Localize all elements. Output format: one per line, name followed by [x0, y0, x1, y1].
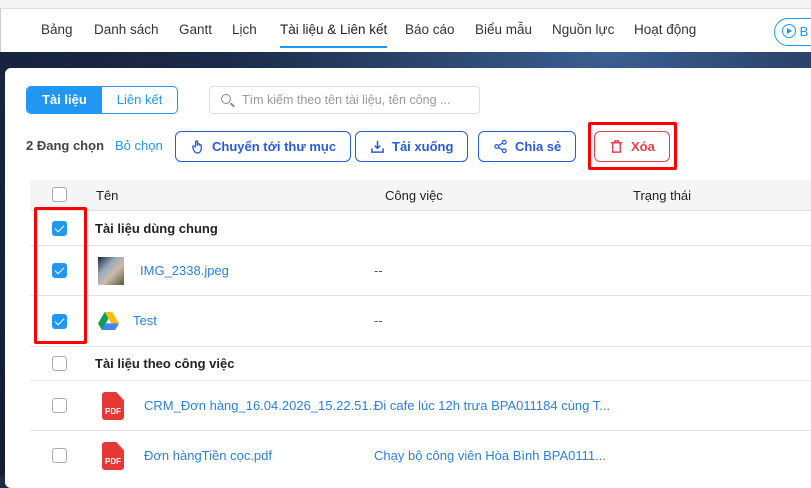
- download-button[interactable]: Tải xuống: [355, 131, 469, 162]
- share-icon: [494, 139, 507, 154]
- play-button[interactable]: B: [774, 18, 811, 46]
- group-name: Tài liệu dùng chung: [95, 221, 218, 236]
- row-checkbox[interactable]: [52, 398, 67, 413]
- google-drive-icon: [98, 312, 119, 331]
- selected-count: 2 Đang chọn: [26, 138, 105, 153]
- file-name-link[interactable]: CRM_Đơn hàng_16.04.2026_15.22.51...: [144, 398, 379, 413]
- tab-reports[interactable]: Báo cáo: [405, 22, 455, 37]
- tab-list[interactable]: Danh sách: [94, 22, 159, 37]
- tab-activity[interactable]: Hoạt động: [634, 22, 696, 37]
- table-row: PDF CRM_Đơn hàng_16.04.2026_15.22.51... …: [30, 381, 811, 431]
- task-link[interactable]: Chạy bộ công viên Hòa Bình BPA0111...: [374, 448, 606, 463]
- deselect-link[interactable]: Bỏ chọn: [115, 138, 163, 153]
- header-task: Công việc: [385, 188, 443, 203]
- pdf-icon: PDF: [102, 392, 124, 420]
- table-row: PDF Đơn hàngTiền cọc.pdf Chạy bộ công vi…: [30, 431, 811, 481]
- tab-forms[interactable]: Biểu mẫu: [475, 22, 532, 37]
- header-status: Trạng thái: [633, 188, 692, 203]
- play-icon: [782, 24, 796, 38]
- task-link[interactable]: Đi cafe lúc 12h trưa BPA011184 cùng T...: [374, 398, 610, 413]
- pdf-icon: PDF: [102, 442, 124, 470]
- file-name-link[interactable]: Test: [133, 313, 157, 328]
- toggle-links[interactable]: Liên kết: [102, 87, 178, 113]
- task-cell: --: [374, 263, 383, 278]
- group-checkbox[interactable]: [52, 356, 67, 371]
- tab-gantt[interactable]: Gantt: [179, 22, 212, 37]
- tab-resources[interactable]: Nguồn lực: [552, 22, 614, 37]
- table-row: IMG_2338.jpeg --: [30, 246, 811, 296]
- checkbox-highlight-box: [34, 207, 87, 344]
- image-thumbnail: [98, 257, 124, 285]
- tab-calendar[interactable]: Lịch: [232, 22, 257, 37]
- move-to-folder-button[interactable]: Chuyển tới thư mục: [175, 131, 352, 162]
- tab-board[interactable]: Bảng: [41, 22, 73, 37]
- download-icon: [371, 140, 384, 153]
- share-label: Chia sẻ: [515, 139, 562, 154]
- search-input[interactable]: Tìm kiếm theo tên tài liệu, tên công ...: [209, 86, 480, 114]
- delete-highlight-box: [588, 122, 677, 170]
- group-name: Tài liệu theo công việc: [95, 356, 235, 371]
- hand-pointer-icon: [192, 140, 202, 154]
- header-name: Tên: [96, 188, 119, 203]
- toggle-documents[interactable]: Tài liệu: [27, 87, 102, 113]
- view-tabs-bar: Bảng Danh sách Gantt Lịch Tài liệu & Liê…: [0, 9, 811, 52]
- download-label: Tải xuống: [392, 139, 454, 154]
- file-name-link[interactable]: Đơn hàngTiền cọc.pdf: [144, 448, 272, 463]
- move-label: Chuyển tới thư mục: [212, 139, 337, 154]
- table-row: Test --: [30, 296, 811, 347]
- tab-documents-links[interactable]: Tài liệu & Liên kết: [280, 22, 388, 48]
- select-all-checkbox[interactable]: [52, 187, 67, 202]
- play-button-label: B: [799, 24, 809, 39]
- group-row: Tài liệu theo công việc: [30, 347, 811, 381]
- search-icon: [221, 94, 231, 104]
- search-placeholder: Tìm kiếm theo tên tài liệu, tên công ...: [242, 93, 451, 107]
- file-name-link[interactable]: IMG_2338.jpeg: [140, 263, 229, 278]
- row-checkbox[interactable]: [52, 448, 67, 463]
- share-button[interactable]: Chia sẻ: [478, 131, 577, 162]
- doc-type-toggle: Tài liệu Liên kết: [26, 86, 179, 114]
- browser-top-strip: [0, 0, 811, 9]
- task-cell: --: [374, 313, 383, 328]
- group-row: Tài liệu dùng chung: [30, 211, 811, 246]
- table-header: Tên Công việc Trạng thái: [30, 180, 811, 211]
